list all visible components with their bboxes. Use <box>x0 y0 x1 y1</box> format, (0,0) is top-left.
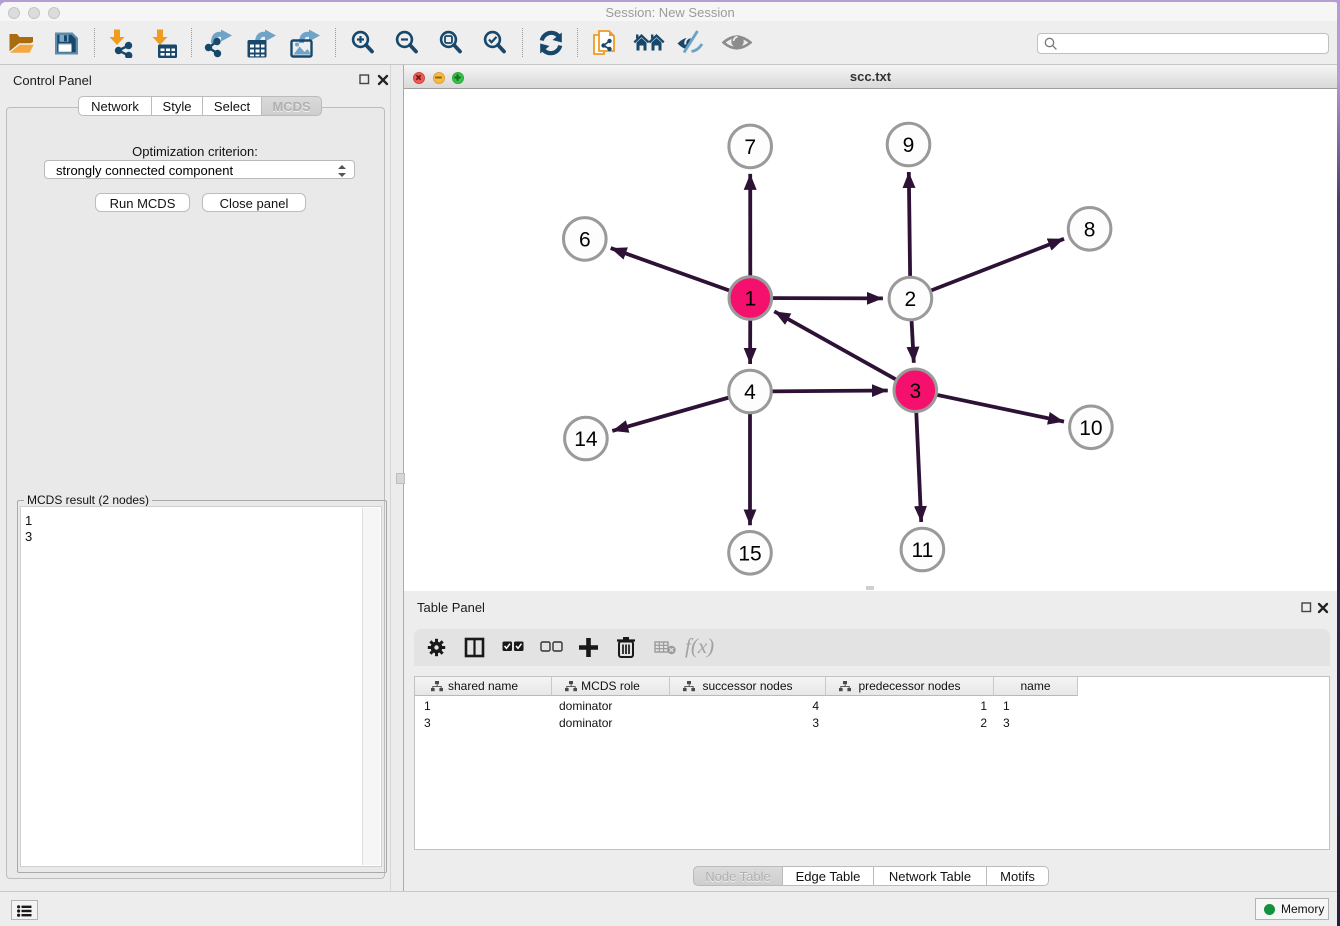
svg-text:11: 11 <box>911 539 933 562</box>
svg-text:6: 6 <box>579 228 591 251</box>
svg-text:4: 4 <box>744 381 756 404</box>
svg-text:8: 8 <box>1084 218 1096 241</box>
svg-text:2: 2 <box>905 288 917 311</box>
svg-text:3: 3 <box>909 380 921 403</box>
svg-text:14: 14 <box>574 428 598 451</box>
svg-text:1: 1 <box>744 288 756 311</box>
svg-text:10: 10 <box>1079 417 1102 440</box>
svg-text:15: 15 <box>738 542 761 565</box>
svg-text:7: 7 <box>744 136 756 159</box>
svg-text:9: 9 <box>903 134 915 157</box>
